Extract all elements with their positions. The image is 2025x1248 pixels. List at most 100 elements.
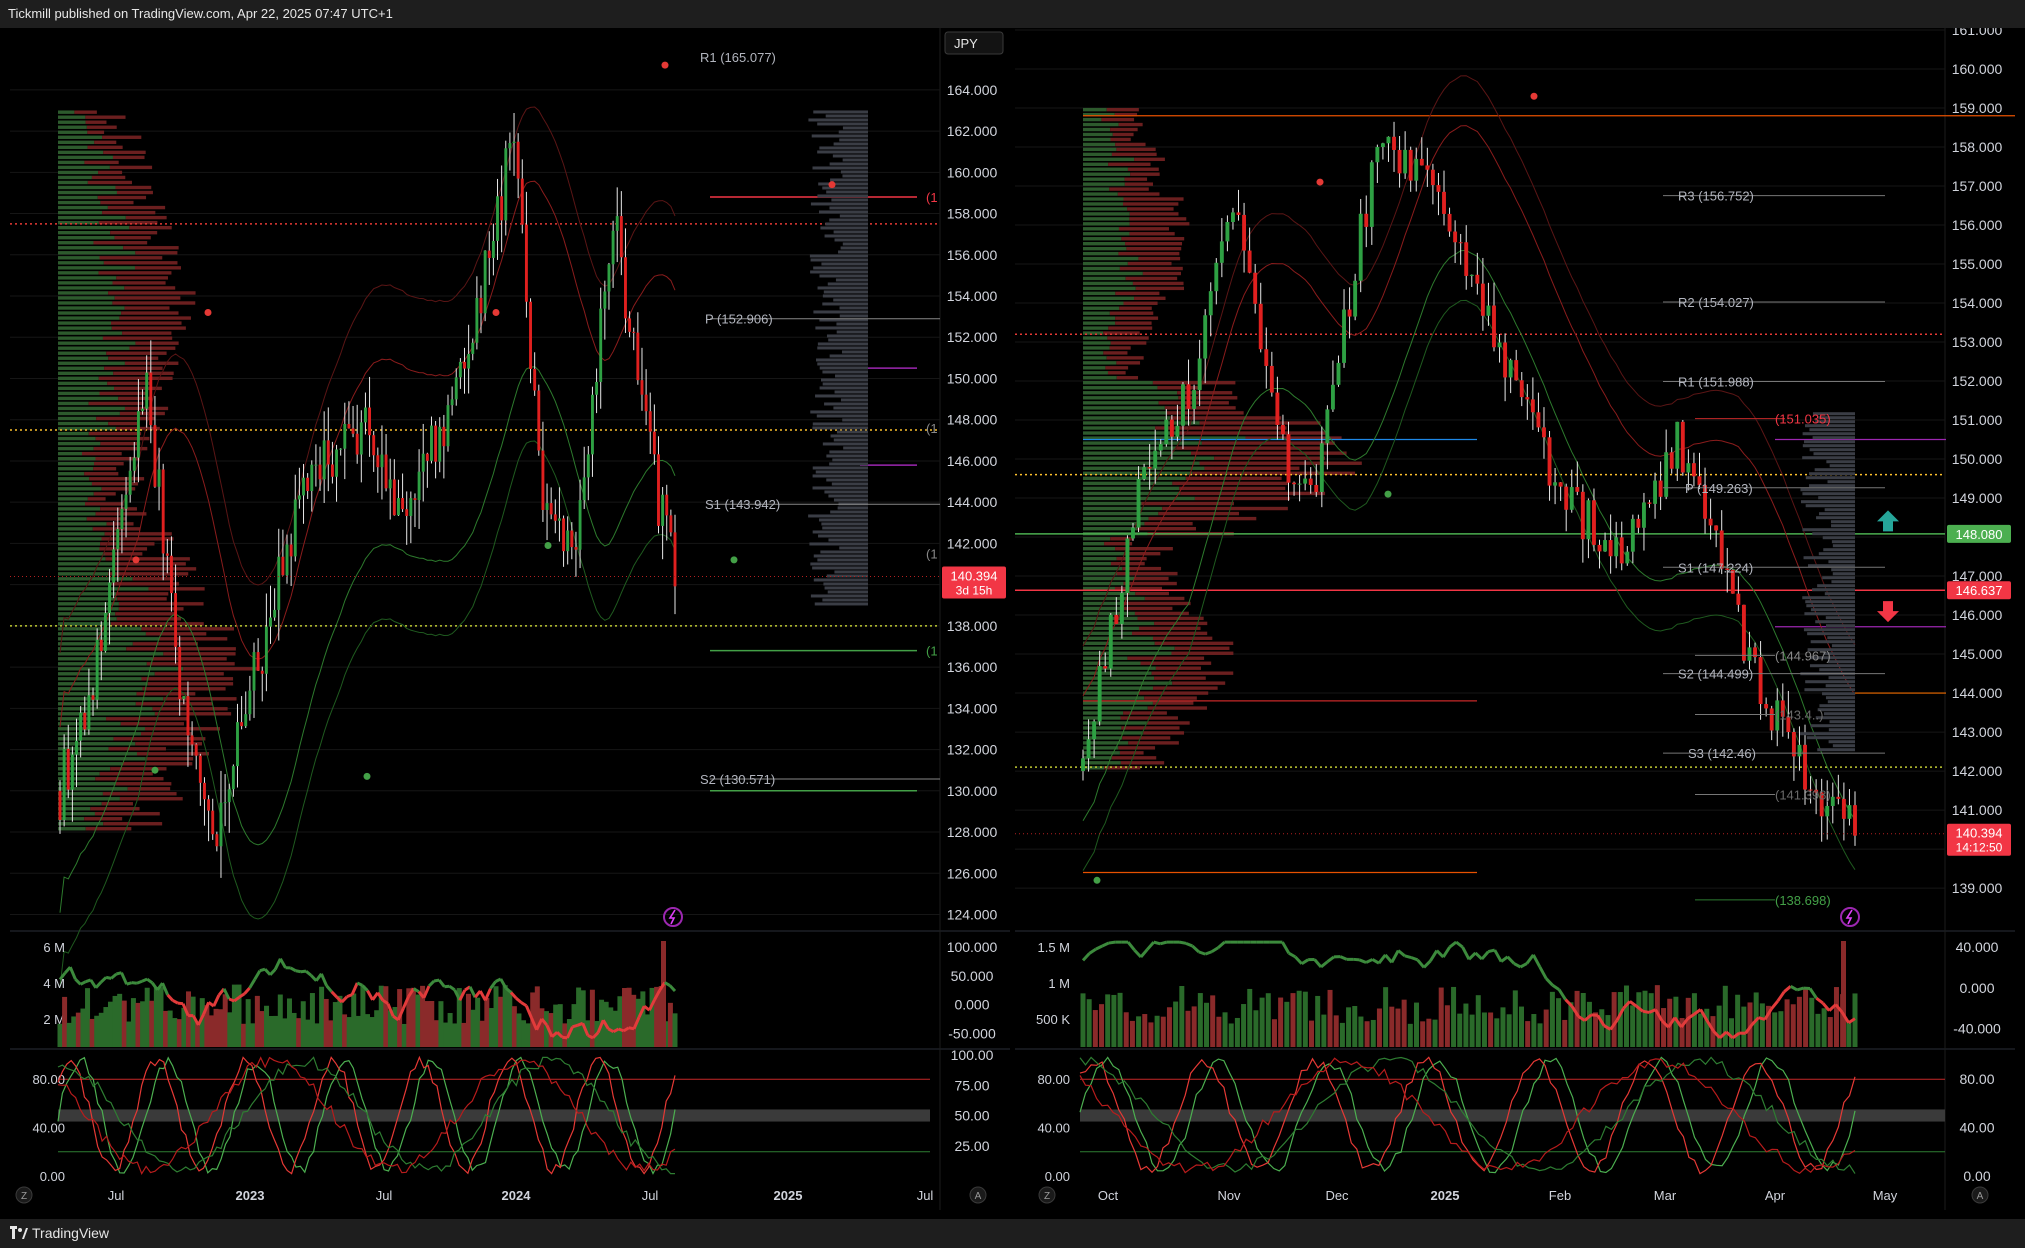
volume-bar bbox=[433, 1020, 439, 1047]
candle-body bbox=[611, 230, 615, 265]
y-tick-label: 154.000 bbox=[1952, 295, 2003, 311]
volume-profile-bar bbox=[1083, 501, 1142, 506]
volume-profile-bar bbox=[1083, 666, 1156, 670]
session-profile-bar bbox=[1823, 712, 1855, 716]
volume-profile-bar bbox=[58, 467, 94, 471]
candle-body bbox=[1414, 158, 1419, 181]
candle-body bbox=[1297, 483, 1302, 485]
y-tick-label: 160.000 bbox=[947, 164, 998, 180]
candle-body bbox=[1508, 360, 1513, 378]
volume-bar bbox=[1636, 992, 1642, 1047]
volume-bar bbox=[1642, 990, 1648, 1047]
volume-profile-bar bbox=[1108, 326, 1153, 330]
volume-profile-bar bbox=[1083, 706, 1148, 710]
candle-body bbox=[1097, 666, 1102, 722]
volume-bar bbox=[268, 1015, 274, 1047]
osc-left-tick: 0.00 bbox=[1045, 1169, 1070, 1184]
session-profile-bar bbox=[824, 234, 868, 238]
volume-profile-bar bbox=[58, 582, 113, 586]
candle-body bbox=[368, 407, 372, 436]
candle-body bbox=[648, 411, 652, 432]
candle-body bbox=[1164, 419, 1169, 445]
session-profile-bar bbox=[822, 370, 868, 374]
candle-body bbox=[1747, 647, 1752, 661]
volume-bar bbox=[672, 1013, 678, 1047]
session-profile-bar bbox=[833, 298, 868, 302]
candle-body bbox=[409, 498, 413, 516]
current-price-countdown: 3d 15h bbox=[956, 584, 993, 598]
session-profile-bar bbox=[1832, 572, 1855, 576]
volume-left-tick: 6 M bbox=[43, 940, 65, 955]
volume-bar bbox=[282, 1018, 288, 1047]
volume-bar bbox=[1204, 1002, 1210, 1047]
volume-profile-bar bbox=[85, 120, 107, 124]
volume-profile-bar bbox=[1109, 187, 1149, 191]
session-profile-bar bbox=[817, 342, 868, 346]
volume-bar bbox=[1210, 995, 1216, 1047]
volume-profile-bar bbox=[106, 522, 134, 526]
volume-bar bbox=[149, 1000, 155, 1047]
volume-profile-bar bbox=[1083, 481, 1173, 486]
candle-body bbox=[116, 528, 120, 550]
volume-profile-bar bbox=[1118, 227, 1169, 231]
candle-body bbox=[467, 353, 471, 369]
volume-bar bbox=[429, 1000, 435, 1047]
volume-bar bbox=[254, 995, 260, 1047]
volume-bar bbox=[163, 1010, 169, 1047]
candle-body bbox=[1642, 502, 1646, 528]
volume-bar bbox=[1197, 993, 1203, 1047]
volume-bar bbox=[1457, 1013, 1463, 1047]
candle-body bbox=[632, 331, 636, 333]
volume-profile-bar bbox=[1083, 681, 1173, 685]
session-profile-bar bbox=[821, 378, 868, 382]
volume-profile-bar bbox=[97, 195, 147, 200]
volume-bar bbox=[1123, 1012, 1129, 1047]
candle-body bbox=[582, 477, 586, 501]
volume-bar bbox=[1099, 1004, 1105, 1047]
volume-profile-bar bbox=[58, 190, 117, 195]
volume-profile-bar bbox=[1083, 581, 1124, 586]
signal-dot bbox=[1384, 490, 1392, 498]
session-profile-bar bbox=[1829, 720, 1855, 724]
candle-body bbox=[215, 834, 219, 847]
candle-body bbox=[570, 530, 574, 548]
candle-body bbox=[1086, 739, 1091, 759]
session-profile-bar bbox=[1831, 644, 1855, 648]
candle-body bbox=[1580, 491, 1585, 540]
volume-profile-bar bbox=[1204, 466, 1300, 470]
volume-bar bbox=[1278, 997, 1284, 1047]
candle-body bbox=[401, 498, 405, 510]
volume-profile-bar bbox=[1083, 511, 1159, 516]
volume-bar bbox=[213, 1008, 219, 1047]
volume-profile-bar bbox=[100, 507, 137, 511]
volume-profile-bar bbox=[58, 125, 87, 129]
candle-body bbox=[359, 422, 363, 455]
right-chart-panel[interactable]: 161.000 160.000 159.000 158.000 157.000 156.0… bbox=[1015, 28, 2015, 1210]
volume-bar bbox=[553, 1004, 559, 1047]
volume-profile-bar bbox=[58, 727, 145, 731]
publish-text: Tickmill published on TradingView.com, A… bbox=[8, 6, 393, 21]
volume-profile-bar bbox=[58, 622, 111, 626]
volume-profile-bar bbox=[58, 316, 120, 320]
left-chart-panel[interactable]: 164.000 162.000 160.000 158.000 156.000 154.0… bbox=[10, 28, 1010, 1210]
volume-bar bbox=[245, 999, 251, 1047]
candle-body bbox=[463, 361, 466, 369]
candle-body bbox=[479, 297, 483, 314]
candle-body bbox=[1686, 463, 1691, 473]
session-profile-bar bbox=[811, 134, 868, 138]
volume-profile-bar bbox=[1083, 162, 1109, 166]
y-tick-label: 144.000 bbox=[947, 494, 998, 510]
candle-body bbox=[1375, 147, 1380, 163]
volume-profile-bar bbox=[1134, 296, 1166, 301]
volume-profile-bar bbox=[1143, 731, 1185, 735]
volume-bar bbox=[1228, 1023, 1234, 1047]
session-profile-bar bbox=[1812, 436, 1855, 440]
volume-bar bbox=[208, 1015, 214, 1047]
volume-profile-bar bbox=[58, 672, 155, 676]
volume-profile-bar bbox=[114, 296, 181, 300]
y-tick-label: 142.000 bbox=[947, 535, 998, 551]
volume-profile-bar bbox=[163, 697, 237, 701]
candle-body bbox=[405, 509, 409, 516]
session-profile-bar bbox=[817, 362, 868, 366]
volume-bar bbox=[1166, 1007, 1172, 1047]
